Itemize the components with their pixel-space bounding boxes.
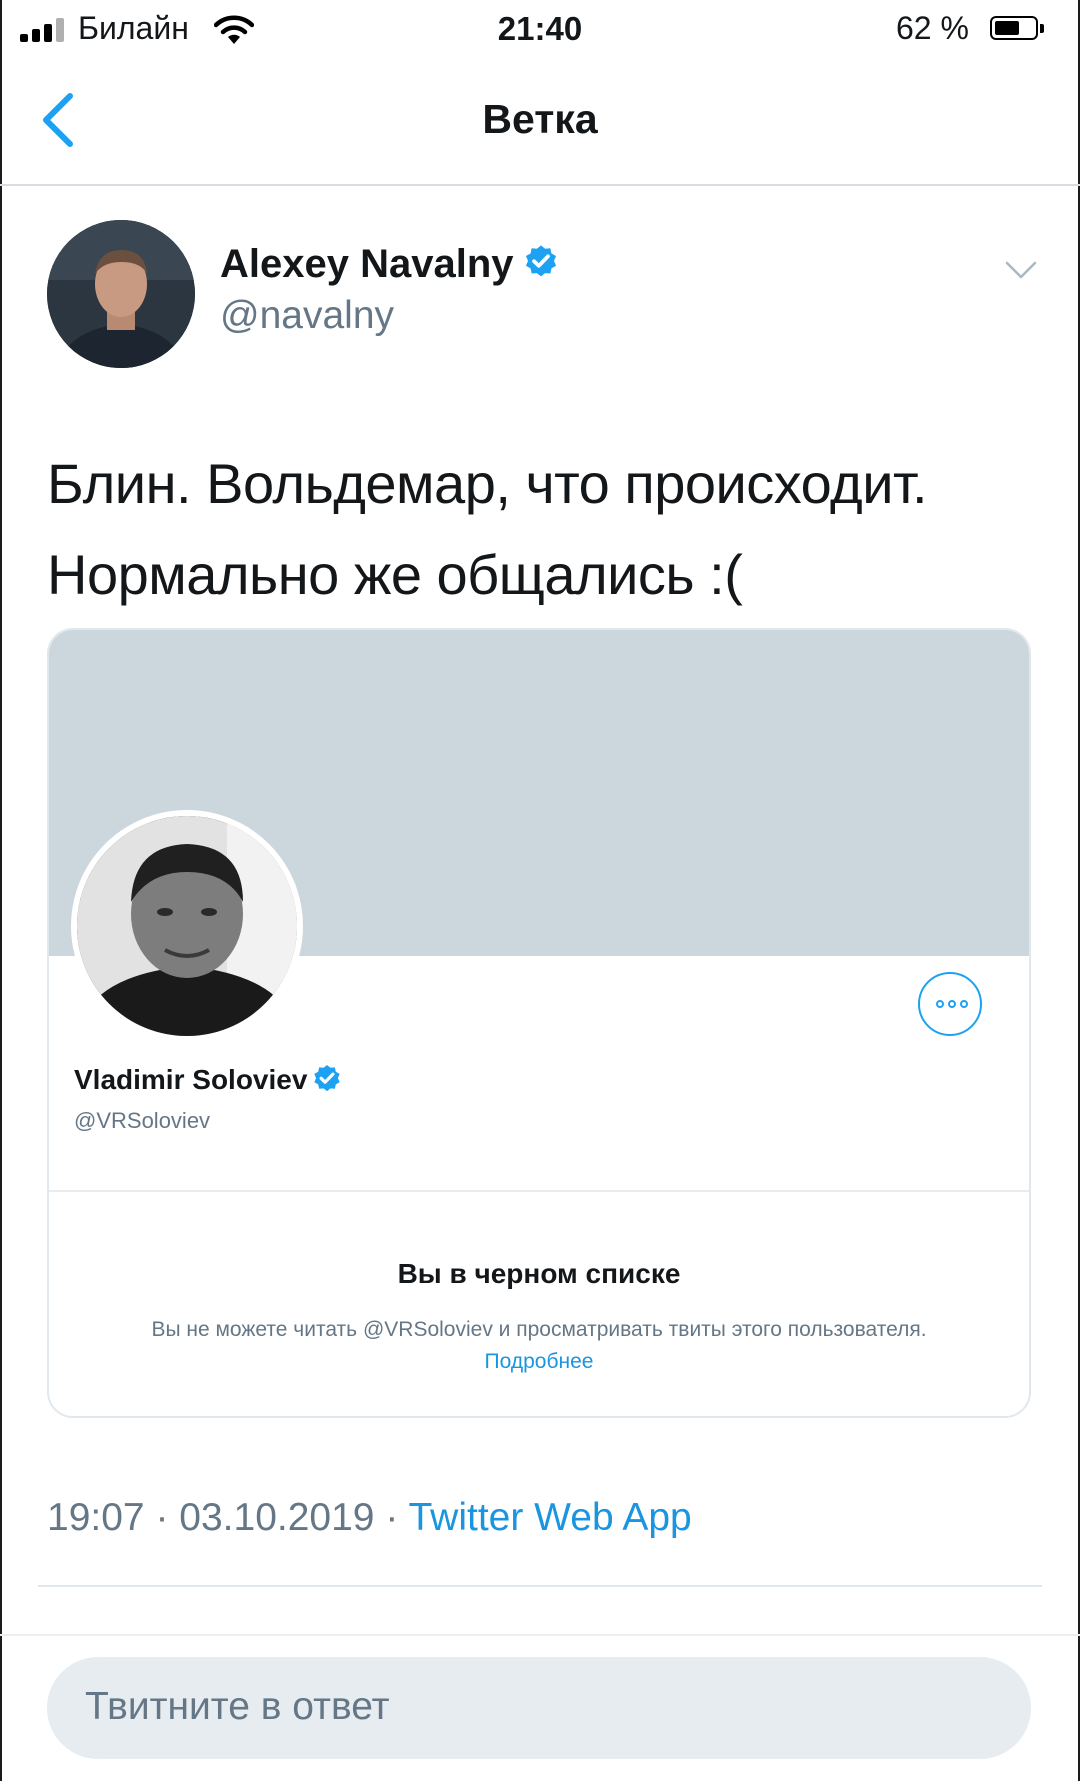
embedded-profile-card[interactable]: Vladimir Soloviev @VRSoloviev Вы в черно… [47, 628, 1031, 1418]
frame-border-left [0, 0, 2, 1781]
page-title: Ветка [482, 96, 598, 142]
tweet-meta: 19:07 · 03.10.2019 · Twitter Web App [47, 1496, 692, 1540]
reply-input[interactable]: Твитните в ответ [47, 1657, 1031, 1759]
author-name-text: Alexey Navalny [220, 242, 514, 286]
divider [0, 1634, 1080, 1636]
profile-handle[interactable]: @VRSoloviev [74, 1108, 210, 1134]
card-divider [49, 1190, 1029, 1192]
verified-badge-icon [525, 245, 556, 277]
blocked-title: Вы в черном списке [397, 1258, 681, 1289]
reply-placeholder: Твитните в ответ [85, 1685, 390, 1728]
profile-name[interactable]: Vladimir Soloviev [74, 1064, 343, 1098]
tweet-date: 03.10.2019 [179, 1496, 375, 1539]
status-bar: Билайн 21:40 62 % [0, 0, 1080, 62]
blocked-description: Вы не можете читать @VRSoloviev и просма… [151, 1318, 927, 1341]
battery-icon [990, 16, 1044, 40]
chevron-down-icon[interactable] [1004, 258, 1038, 282]
more-options-icon[interactable] [918, 972, 982, 1036]
author-avatar[interactable] [47, 220, 195, 368]
tweet-text-line-1: Блин. Вольдемар, что происходит. [47, 452, 928, 515]
tweet-source-link[interactable]: Twitter Web App [408, 1496, 691, 1539]
battery-fill [995, 21, 1019, 35]
author-handle[interactable]: @navalny [220, 294, 394, 338]
tweet-time: 19:07 [47, 1496, 145, 1539]
profile-avatar[interactable] [71, 810, 303, 1042]
verified-badge-icon [314, 1064, 341, 1091]
divider [38, 1585, 1042, 1587]
battery-percent: 62 % [896, 10, 969, 46]
profile-name-text: Vladimir Soloviev [74, 1064, 308, 1095]
author-name[interactable]: Alexey Navalny [220, 242, 560, 287]
tweet-text: Блин. Вольдемар, что происходит. Нормаль… [47, 438, 1047, 620]
tweet-text-line-2: Нормально же общались :( [47, 543, 743, 606]
meta-separator: · [385, 1496, 399, 1539]
meta-separator: · [155, 1496, 169, 1539]
navigation-bar: Ветка [0, 62, 1080, 186]
learn-more-link[interactable]: Подробнее [49, 1350, 1029, 1374]
